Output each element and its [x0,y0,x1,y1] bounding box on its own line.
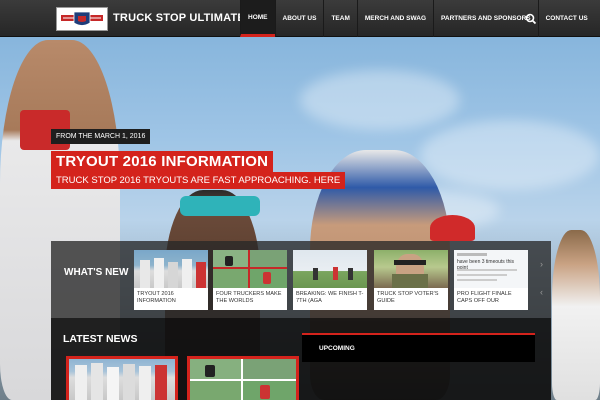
nav-item-contact-us[interactable]: CONTACT US [537,0,595,37]
news-card[interactable]: BREAKING: WE FINISH T-7TH (AGA [293,250,367,310]
news-caption: FOUR TRUCKERS MAKE THE WORLDS [216,291,282,304]
featured-headline[interactable]: TRYOUT 2016 INFORMATION [51,151,274,172]
chevron-right-icon[interactable]: › [540,259,543,269]
news-card[interactable]: TRUCK STOP VOTER'S GUIDE [374,250,448,310]
upcoming-panel-header: UPCOMING [302,333,535,362]
nav-item-team[interactable]: TEAM [323,0,356,37]
whats-new-label: WHAT'S NEW [64,267,129,278]
nav-item-about-us[interactable]: ABOUT US [274,0,324,37]
news-caption: PRO FLIGHT FINALE CAPS OFF OUR [457,291,512,304]
news-thumbnail [213,250,287,288]
site-title[interactable]: TRUCK STOP ULTIMATE [113,12,245,24]
news-thumbnail [293,250,367,288]
post-date-kicker: FROM THE MARCH 1, 2016 [51,129,151,144]
team-shield-logo-icon[interactable] [56,7,108,31]
nav-item-merch-and-swag[interactable]: MERCH AND SWAG [356,0,433,37]
latest-news-photo[interactable] [66,356,178,400]
chevron-left-icon[interactable]: ‹ [540,287,543,297]
news-thumbnail: have been 3 timeouts this point [454,250,528,288]
news-caption: TRYOUT 2016 INFORMATION [137,291,176,304]
whats-new-strip: WHAT'S NEW TRYOUT 2016 INFORMATION FOUR … [51,241,551,318]
latest-news-heading: LATEST NEWS [63,333,138,345]
main-nav: HOME ABOUT US TEAM MERCH AND SWAG PARTNE… [240,0,595,37]
news-card[interactable]: TRYOUT 2016 INFORMATION [134,250,208,310]
news-card[interactable]: have been 3 timeouts this point PRO FLIG… [454,250,528,310]
news-caption: TRUCK STOP VOTER'S GUIDE [377,291,439,304]
lower-content: LATEST NEWS UPCOMING [51,318,551,400]
top-navigation-bar: TRUCK STOP ULTIMATE HOME ABOUT US TEAM M… [0,0,600,37]
search-icon[interactable] [522,10,540,28]
upcoming-heading: UPCOMING [319,345,355,352]
news-thumbnail [134,250,208,288]
nav-item-home[interactable]: HOME [240,0,275,37]
news-thumbnail [374,250,448,288]
featured-excerpt[interactable]: TRUCK STOP 2016 TRYOUTS ARE FAST APPROAC… [51,172,346,189]
latest-news-photo[interactable] [187,356,299,400]
news-card[interactable]: FOUR TRUCKERS MAKE THE WORLDS [213,250,287,310]
news-caption: BREAKING: WE FINISH T-7TH (AGA [296,291,364,304]
